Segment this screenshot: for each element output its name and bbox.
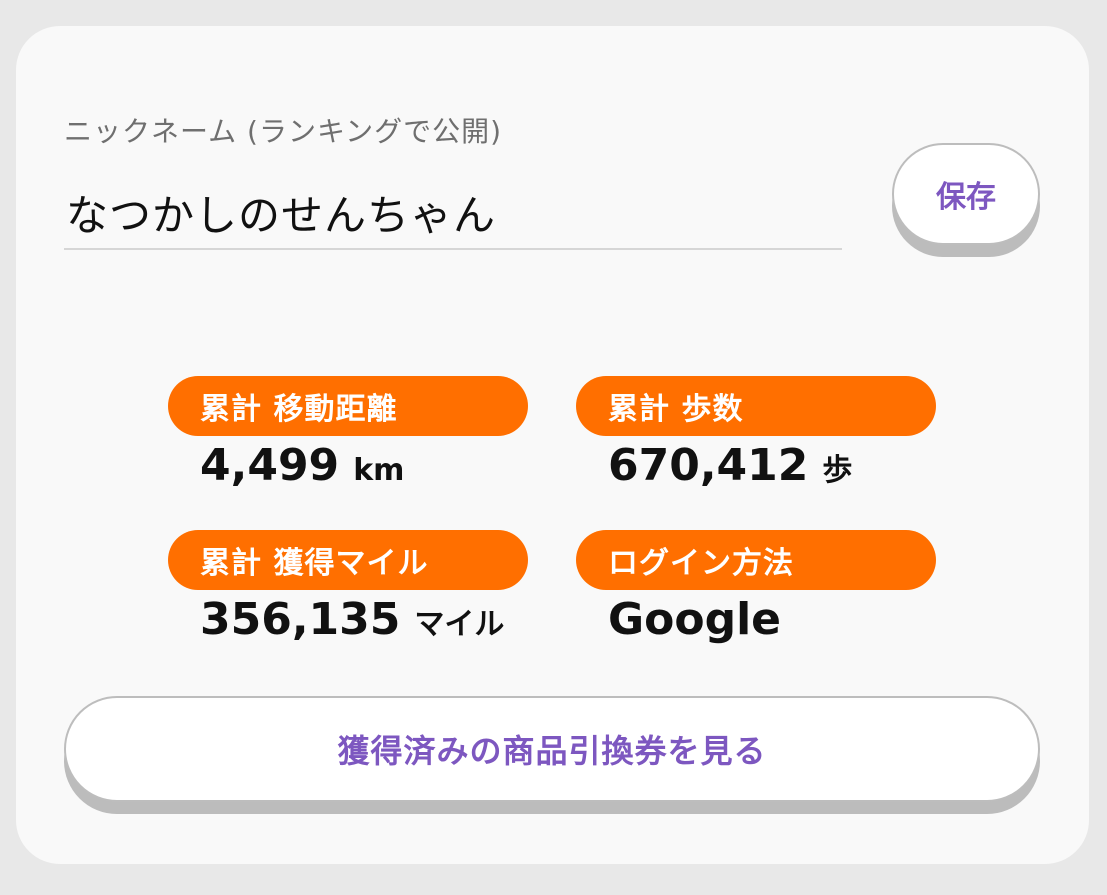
- stat-value-miles: 356,135 マイル: [200, 594, 504, 645]
- save-button[interactable]: 保存: [892, 143, 1040, 245]
- stat-unit: 歩: [822, 453, 853, 488]
- nickname-input[interactable]: [64, 176, 842, 250]
- stat-value-login-method: Google: [608, 594, 781, 645]
- stat-unit: km: [353, 453, 405, 488]
- stat-number: 670,412: [608, 440, 809, 491]
- stat-number: Google: [608, 594, 781, 645]
- stat-value-steps: 670,412 歩: [608, 440, 852, 491]
- stat-value-distance: 4,499 km: [200, 440, 404, 491]
- stat-label-steps: 累計 歩数: [576, 376, 936, 436]
- stat-label-login-method: ログイン方法: [576, 530, 936, 590]
- stat-number: 4,499: [200, 440, 340, 491]
- stat-label-miles: 累計 獲得マイル: [168, 530, 528, 590]
- view-vouchers-button[interactable]: 獲得済みの商品引換券を見る: [64, 696, 1040, 802]
- stat-label-distance: 累計 移動距離: [168, 376, 528, 436]
- stat-number: 356,135: [200, 594, 401, 645]
- nickname-label: ニックネーム (ランキングで公開): [64, 115, 503, 148]
- stat-unit: マイル: [414, 607, 505, 642]
- profile-card: ニックネーム (ランキングで公開) 保存 累計 移動距離 4,499 km 累計…: [16, 26, 1089, 864]
